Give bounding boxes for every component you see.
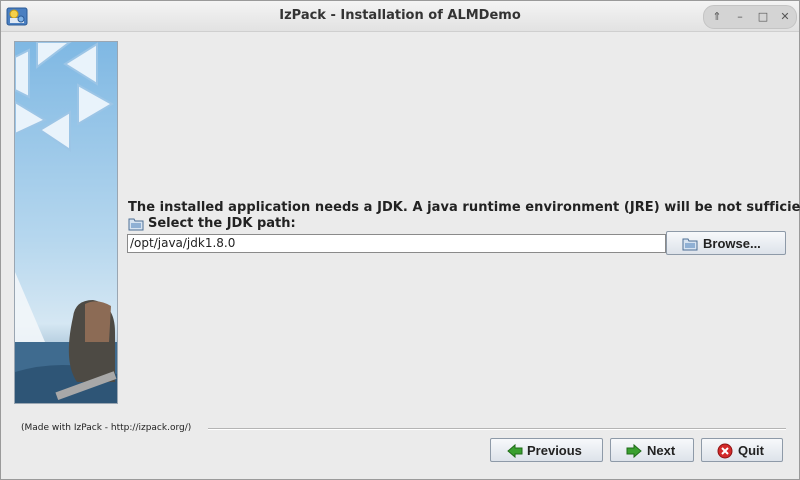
previous-label: Previous — [527, 443, 582, 458]
installer-window: IzPack - Installation of ALMDemo ⇑ – □ ✕ — [0, 0, 800, 480]
previous-button[interactable]: Previous — [490, 438, 603, 462]
quit-icon — [717, 443, 733, 459]
quit-label: Quit — [738, 443, 764, 458]
footer-separator — [208, 428, 786, 429]
quit-button[interactable]: Quit — [701, 438, 783, 462]
next-label: Next — [647, 443, 676, 458]
window-title: IzPack - Installation of ALMDemo — [279, 8, 521, 23]
restore-up-icon[interactable]: ⇑ — [709, 9, 725, 25]
window-controls: ⇑ – □ ✕ — [703, 5, 797, 29]
arrow-right-icon — [626, 443, 642, 459]
jdk-path-input[interactable] — [127, 234, 666, 253]
arrow-left-icon — [507, 443, 523, 459]
jdk-required-message: The installed application needs a JDK. A… — [128, 200, 800, 215]
installer-side-image — [14, 41, 118, 404]
next-button[interactable]: Next — [610, 438, 694, 462]
browse-button[interactable]: Browse... — [666, 231, 786, 255]
minimize-icon[interactable]: – — [732, 9, 748, 25]
made-with-izpack: (Made with IzPack - http://izpack.org/) — [21, 423, 192, 433]
close-icon[interactable]: ✕ — [777, 9, 793, 25]
jdk-path-label: Select the JDK path: — [148, 216, 296, 231]
sailing-picture — [15, 42, 117, 403]
browse-label: Browse... — [703, 236, 761, 251]
title-bar[interactable]: IzPack - Installation of ALMDemo ⇑ – □ ✕ — [1, 1, 799, 32]
folder-icon — [128, 218, 144, 231]
maximize-icon[interactable]: □ — [755, 9, 771, 25]
folder-open-icon — [682, 238, 698, 251]
